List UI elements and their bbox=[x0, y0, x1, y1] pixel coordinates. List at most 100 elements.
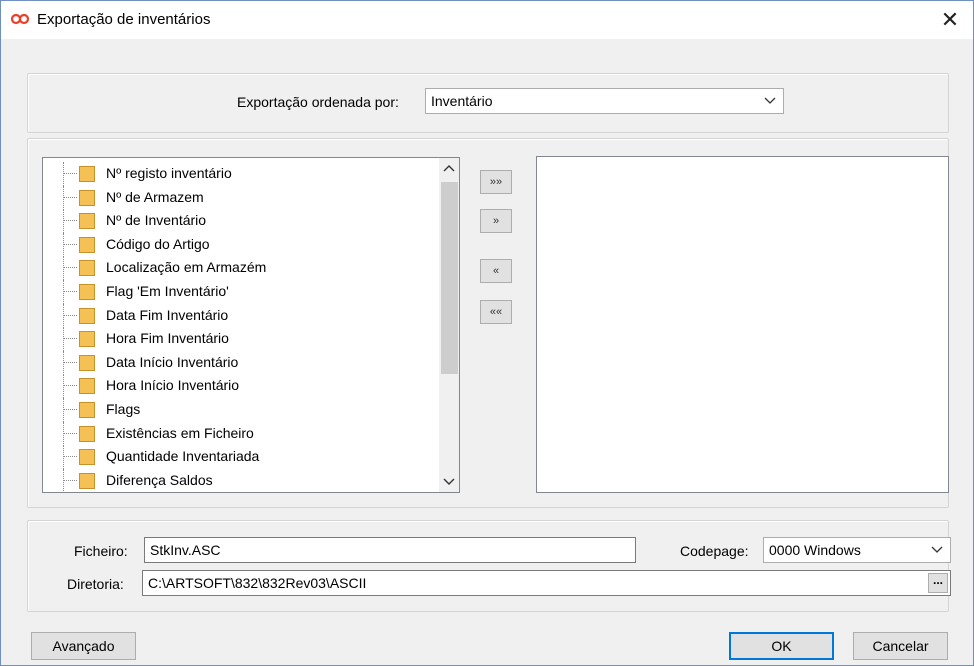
field-list-item-label: Data Fim Inventário bbox=[106, 306, 229, 323]
tree-connector-branch bbox=[63, 267, 77, 269]
field-list-item-label: Existências em Ficheiro bbox=[106, 424, 254, 441]
field-list-item[interactable]: Hora Fim Inventário bbox=[43, 327, 423, 352]
tree-connector-branch bbox=[63, 432, 77, 434]
tree-connector-line bbox=[63, 445, 64, 470]
tree-connector-branch bbox=[63, 361, 77, 363]
ok-button[interactable]: OK bbox=[729, 632, 834, 660]
remove-selected-icon: « bbox=[492, 265, 500, 277]
tree-connector-branch bbox=[63, 220, 77, 222]
ok-button-label: OK bbox=[771, 638, 792, 654]
field-list-item[interactable]: Quantidade Inventariada bbox=[43, 445, 423, 470]
tree-connector-branch bbox=[63, 196, 77, 198]
available-fields-list[interactable]: Nº registo inventário Nº de Armazem Nº de … bbox=[42, 157, 460, 493]
tree-connector-line bbox=[63, 374, 64, 399]
remove-all-button[interactable]: «« bbox=[480, 300, 512, 324]
scrollbar-thumb[interactable] bbox=[441, 182, 458, 374]
field-list-item[interactable]: Nº de Inventário bbox=[43, 209, 423, 234]
tree-connector-branch bbox=[63, 456, 77, 458]
field-square-icon bbox=[79, 425, 95, 442]
tree-connector-line bbox=[63, 232, 64, 257]
codepage-select[interactable]: 0000 Windows bbox=[763, 537, 951, 563]
field-square-icon bbox=[79, 449, 95, 466]
field-list-item-label: Nº registo inventário bbox=[106, 165, 232, 181]
tree-connector-branch bbox=[63, 479, 77, 481]
advanced-button[interactable]: Avançado bbox=[31, 632, 136, 660]
add-all-button[interactable]: »» bbox=[480, 170, 512, 194]
field-square-icon bbox=[79, 402, 95, 418]
tree-connector-branch bbox=[63, 385, 77, 387]
close-icon: ✕ bbox=[940, 7, 960, 32]
remove-all-icon: «« bbox=[489, 306, 503, 318]
tree-connector-line bbox=[63, 327, 64, 352]
field-list-item-label: Flags bbox=[106, 401, 141, 417]
field-list-item[interactable]: Diferença Saldos bbox=[43, 468, 423, 492]
field-square-icon bbox=[79, 331, 95, 348]
field-square-icon bbox=[79, 378, 95, 395]
selected-fields-list[interactable] bbox=[536, 156, 949, 493]
cancel-button[interactable]: Cancelar bbox=[853, 632, 948, 660]
export-dialog: Exportação de inventários ✕ Exportação o… bbox=[0, 0, 974, 666]
vertical-scrollbar[interactable] bbox=[439, 158, 459, 492]
field-list-item-label: Código do Artigo bbox=[106, 235, 210, 252]
directory-label: Diretoria: bbox=[67, 576, 124, 592]
scroll-down-button[interactable] bbox=[439, 472, 459, 492]
sort-select[interactable]: Inventário bbox=[425, 88, 784, 114]
field-square-icon bbox=[79, 284, 95, 300]
chevron-down-icon bbox=[931, 546, 943, 553]
field-list-item[interactable]: Código do Artigo bbox=[43, 232, 423, 257]
tree-connector-line bbox=[63, 468, 64, 492]
sort-panel: Exportação ordenada por: Inventário bbox=[27, 73, 949, 133]
codepage-value: 0000 Windows bbox=[769, 542, 861, 558]
file-name-input[interactable]: StkInv.ASC bbox=[144, 537, 636, 563]
fields-panel: Nº registo inventário Nº de Armazem Nº de … bbox=[27, 138, 949, 508]
field-list-item[interactable]: Nº de Armazem bbox=[43, 185, 423, 210]
tree-connector-line bbox=[63, 398, 64, 422]
field-list-item-label: Diferença Saldos bbox=[106, 471, 213, 488]
chevron-down-icon bbox=[443, 478, 455, 485]
close-button[interactable]: ✕ bbox=[927, 1, 973, 39]
field-square-icon bbox=[79, 260, 95, 277]
field-list-item[interactable]: Hora Início Inventário bbox=[43, 374, 423, 399]
tree-connector-branch bbox=[63, 314, 77, 316]
file-label: Ficheiro: bbox=[74, 543, 128, 559]
remove-selected-button[interactable]: « bbox=[480, 259, 512, 283]
field-list-item[interactable]: Data Início Inventário bbox=[43, 350, 423, 375]
field-square-icon bbox=[79, 472, 95, 489]
field-square-icon bbox=[79, 236, 95, 253]
window-title: Exportação de inventários bbox=[37, 11, 211, 28]
field-list-item-label: Hora Início Inventário bbox=[106, 377, 240, 394]
field-list-item-label: Nº de Armazem bbox=[106, 188, 204, 205]
add-selected-button[interactable]: » bbox=[480, 209, 512, 233]
field-list-item[interactable]: Nº registo inventário bbox=[43, 162, 423, 186]
tree-connector-branch bbox=[63, 338, 77, 340]
field-list-item[interactable]: Existências em Ficheiro bbox=[43, 421, 423, 446]
field-list-item[interactable]: Localização em Armazém bbox=[43, 256, 423, 281]
ellipsis-icon: ... bbox=[932, 573, 943, 587]
directory-value: C:\ARTSOFT\832\832Rev03\ASCII bbox=[148, 575, 367, 591]
field-list-item[interactable]: Data Fim Inventário bbox=[43, 303, 423, 328]
chevron-down-icon bbox=[764, 97, 776, 104]
add-all-icon: »» bbox=[489, 176, 503, 188]
field-square-icon bbox=[79, 354, 95, 371]
field-list-item[interactable]: Flags bbox=[43, 398, 423, 422]
field-square-icon bbox=[79, 166, 95, 182]
tree-connector-line bbox=[63, 421, 64, 446]
tree-connector-line bbox=[63, 209, 64, 234]
field-list-item[interactable]: Flag 'Em Inventário' bbox=[43, 280, 423, 304]
sort-label: Exportação ordenada por: bbox=[237, 94, 399, 110]
tree-connector-branch bbox=[63, 291, 77, 292]
scroll-up-button[interactable] bbox=[439, 158, 459, 178]
tree-connector-line bbox=[63, 185, 64, 210]
field-list-item-label: Localização em Armazém bbox=[106, 259, 267, 276]
advanced-button-label: Avançado bbox=[52, 638, 115, 654]
field-list-item-label: Flag 'Em Inventário' bbox=[106, 283, 229, 299]
field-list-item-label: Hora Fim Inventário bbox=[106, 330, 229, 347]
browse-button[interactable]: ... bbox=[928, 573, 948, 593]
field-square-icon bbox=[79, 307, 95, 324]
tree-connector-branch bbox=[63, 243, 77, 245]
directory-input[interactable]: C:\ARTSOFT\832\832Rev03\ASCII ... bbox=[142, 570, 951, 596]
cancel-button-label: Cancelar bbox=[872, 638, 929, 654]
add-selected-icon: » bbox=[492, 215, 500, 227]
tree-connector-line bbox=[63, 162, 64, 186]
chevron-up-icon bbox=[443, 165, 455, 172]
